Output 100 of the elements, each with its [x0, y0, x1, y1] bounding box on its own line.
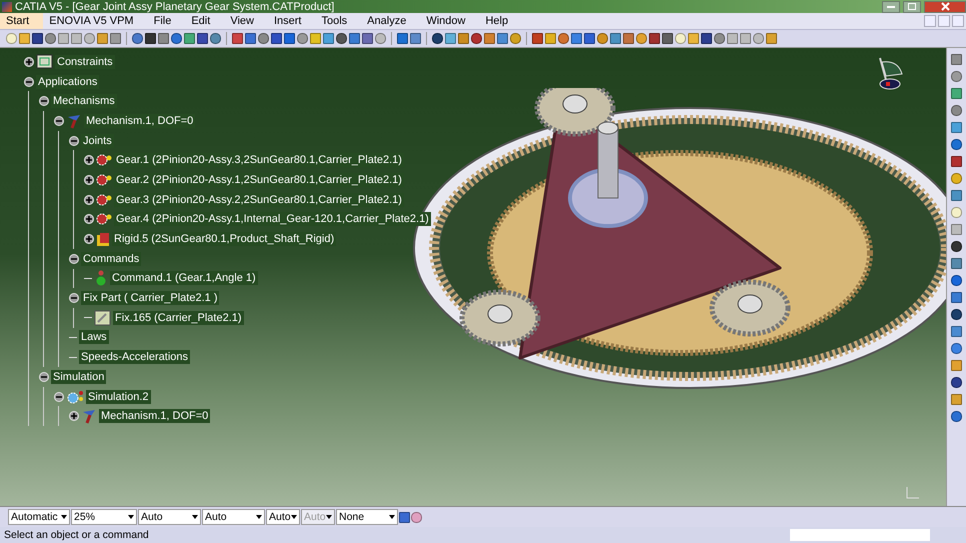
plus-icon [26, 58, 32, 65]
menu-item[interactable]: ENOVIA V5 VPM [43, 13, 148, 29]
dropdown[interactable]: None [336, 509, 398, 525]
menu-item[interactable]: View [224, 13, 268, 29]
expand-toggle[interactable] [54, 392, 64, 402]
toolbar-icon[interactable] [399, 512, 410, 522]
expand-toggle[interactable] [84, 194, 94, 205]
toolbar-icon[interactable] [432, 33, 443, 44]
tree-item[interactable]: Mechanism.1, DOF=0 [84, 114, 196, 128]
menu-item[interactable]: Window [420, 13, 480, 29]
minimize-button[interactable] [882, 0, 900, 12]
tree-item[interactable]: Command.1 (Gear.1,Angle 1) [110, 271, 258, 286]
expand-toggle[interactable] [84, 214, 94, 224]
caret-icon [61, 515, 67, 519]
restore-button[interactable] [938, 15, 950, 27]
caret-icon [326, 515, 332, 519]
caret-icon [291, 515, 297, 519]
plus-icon [86, 157, 92, 164]
expand-toggle[interactable] [39, 96, 49, 106]
menu-item[interactable]: Analyze [361, 13, 420, 29]
tree-item[interactable]: Constraints [55, 54, 115, 69]
expand-toggle[interactable] [24, 76, 34, 87]
toolbar-icon[interactable] [336, 33, 347, 44]
command-icon [94, 270, 108, 286]
toolbar-icon[interactable] [258, 33, 269, 44]
toolbar-icon[interactable] [951, 139, 962, 150]
app-icon [2, 2, 12, 12]
tree-item[interactable]: Simulation [51, 370, 106, 384]
tree-item[interactable]: Laws [79, 330, 109, 344]
gear-icon [96, 153, 112, 168]
menu-item[interactable]: Tools [315, 13, 362, 29]
menu-item[interactable]: Start [0, 13, 44, 29]
toolbar-icon[interactable] [210, 33, 221, 44]
plus-icon [86, 236, 92, 242]
expand-toggle[interactable] [69, 136, 79, 146]
toolbar-icon[interactable] [171, 33, 182, 44]
menu-item[interactable]: Insert [268, 13, 316, 29]
tree-item[interactable]: Gear.1 (2Pinion20-Assy.3,2SunGear80.1,Carrier_Plate2.1) [114, 153, 404, 168]
caret-icon [389, 515, 395, 519]
minus-icon [71, 295, 77, 302]
menu-item[interactable]: Help [479, 13, 522, 29]
toolbar-icon[interactable] [471, 33, 482, 44]
toolbar-icon[interactable] [951, 411, 962, 422]
tree-item[interactable]: Fix Part ( Carrier_Plate2.1 ) [81, 291, 220, 306]
caret-icon [256, 515, 262, 519]
expand-toggle[interactable] [84, 155, 94, 166]
tree-item[interactable]: Mechanism.1, DOF=0 [99, 409, 210, 424]
maximize-button[interactable] [903, 0, 921, 12]
tree-item[interactable]: Simulation.2 [86, 390, 151, 404]
expand-toggle[interactable] [54, 116, 64, 126]
dropdown[interactable]: 25% [71, 509, 137, 525]
toolbar-icon[interactable] [951, 241, 962, 252]
plus-icon [86, 176, 92, 183]
caret-icon [128, 515, 134, 519]
mechanism-icon [66, 112, 82, 129]
dropdown[interactable]: Auto [266, 509, 300, 525]
tree-item[interactable]: Gear.3 (2Pinion20-Assy.2,2SunGear80.1,Carrier_Plate2.1) [114, 192, 404, 207]
expand-toggle[interactable] [39, 372, 49, 382]
menu-item[interactable]: Edit [185, 13, 224, 29]
window-title: CATIA V5 - [Gear Joint Assy Planetary Gear System.CATProduct] [15, 0, 336, 12]
block-icon [96, 232, 110, 247]
expand-toggle[interactable] [69, 411, 79, 422]
expand-toggle[interactable] [84, 174, 94, 185]
input-field[interactable] [790, 529, 930, 541]
expand-toggle[interactable] [24, 56, 34, 67]
expand-toggle[interactable] [69, 254, 79, 264]
gear-icon [96, 212, 112, 226]
mechanism-icon [81, 408, 97, 424]
tree-item[interactable]: Commands [81, 252, 142, 266]
dropdown[interactable]: Auto [202, 509, 265, 525]
toolbar-icon[interactable] [951, 105, 962, 116]
dropdown[interactable]: Automatic [8, 509, 70, 525]
minus-icon [71, 138, 77, 144]
tree-item[interactable]: Gear.4 (2Pinion20-Assy.1,Internal_Gear-120.1,Carrier_Plate2.1) [114, 212, 431, 226]
tree-item[interactable]: Applications [36, 74, 100, 89]
toolbar-icon[interactable] [951, 309, 962, 320]
tree-item[interactable]: Mechanisms [51, 94, 117, 108]
tree-item[interactable]: Speeds-Accelerations [79, 350, 190, 364]
tree-item[interactable]: Rigid.5 (2SunGear80.1,Product_Shaft_Rigid) [112, 232, 336, 246]
menu-item[interactable]: File [148, 13, 186, 29]
minimize-button[interactable] [924, 15, 936, 27]
plus-icon [86, 196, 92, 203]
dropdown[interactable]: Auto [138, 509, 201, 525]
expand-toggle[interactable] [69, 293, 79, 304]
minus-icon [71, 256, 77, 262]
constraints-icon [36, 54, 53, 70]
toolbar-icon[interactable] [951, 275, 962, 286]
toolbar-icon[interactable] [132, 33, 143, 44]
toolbar-icon[interactable] [951, 377, 962, 388]
tree-item[interactable]: Gear.2 (2Pinion20-Assy.1,2SunGear80.1,Carrier_Plate2.1) [114, 172, 404, 187]
plus-icon [71, 413, 77, 420]
axis-icon [904, 486, 920, 500]
close-button[interactable] [924, 0, 966, 12]
expand-toggle[interactable] [84, 234, 94, 244]
toolbar-icon[interactable] [951, 343, 962, 354]
simulation-icon [66, 388, 84, 405]
tree-item[interactable]: Fix.165 (Carrier_Plate2.1) [113, 310, 244, 325]
tree-item[interactable]: Joints [81, 134, 114, 148]
plus-icon [86, 216, 92, 222]
maximize-icon [908, 3, 916, 10]
